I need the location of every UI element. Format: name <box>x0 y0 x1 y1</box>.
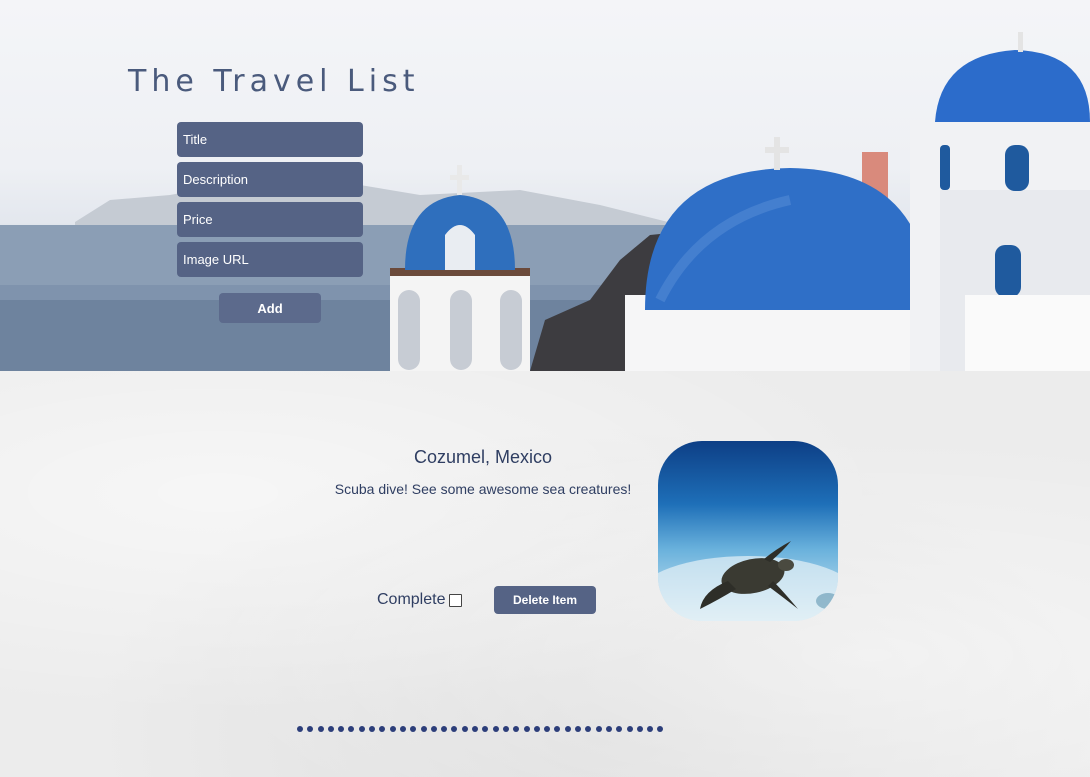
divider-dot <box>502 726 509 732</box>
divider-dot <box>616 726 623 732</box>
item-description: Scuba dive! See some awesome sea creatur… <box>334 481 632 497</box>
divider-dot <box>461 726 468 732</box>
price-input[interactable] <box>177 202 363 237</box>
divider-dot <box>472 726 479 732</box>
add-button[interactable]: Add <box>219 293 321 323</box>
divider-dots <box>297 726 664 732</box>
santorini-background-image <box>0 32 1090 371</box>
divider-dot <box>605 726 612 732</box>
title-input[interactable] <box>177 122 363 157</box>
divider-dot <box>369 726 376 732</box>
divider-dot <box>358 726 365 732</box>
add-item-form <box>177 122 363 282</box>
divider-dot <box>513 726 520 732</box>
item-title: Cozumel, Mexico <box>413 447 553 467</box>
divider-dot <box>647 726 654 732</box>
travel-list: Cozumel, Mexico Scuba dive! See some awe… <box>0 371 1090 777</box>
divider-dot <box>564 726 571 732</box>
divider-dot <box>399 726 406 732</box>
divider-dot <box>327 726 334 732</box>
divider-dot <box>554 726 561 732</box>
divider-dot <box>451 726 458 732</box>
divider-dot <box>410 726 417 732</box>
divider-dot <box>379 726 386 732</box>
divider-dot <box>492 726 499 732</box>
divider-dot <box>420 726 427 732</box>
divider-dot <box>544 726 551 732</box>
divider-dot <box>441 726 448 732</box>
divider-dot <box>348 726 355 732</box>
divider-dot <box>585 726 592 732</box>
divider-dot <box>533 726 540 732</box>
delete-item-button[interactable]: Delete Item <box>494 586 596 614</box>
divider-dot <box>307 726 314 732</box>
complete-checkbox[interactable] <box>449 593 463 607</box>
divider-dot <box>338 726 345 732</box>
image-url-input[interactable] <box>177 242 363 277</box>
sea-turtle-image <box>658 441 838 621</box>
description-input[interactable] <box>177 162 363 197</box>
app-title: The Travel List <box>128 64 420 99</box>
complete-label: Complete <box>377 591 446 608</box>
divider-dot <box>523 726 530 732</box>
divider-dot <box>575 726 582 732</box>
hero-banner: The Travel List Add <box>0 0 1090 371</box>
divider-dot <box>482 726 489 732</box>
complete-toggle[interactable]: Complete <box>377 591 463 609</box>
divider-dot <box>595 726 602 732</box>
divider-dot <box>636 726 643 732</box>
divider-dot <box>430 726 437 732</box>
divider-dot <box>297 726 303 732</box>
divider-dot <box>389 726 396 732</box>
divider-dot <box>657 726 664 732</box>
item-image <box>658 441 838 621</box>
divider-dot <box>317 726 324 732</box>
divider-dot <box>626 726 633 732</box>
